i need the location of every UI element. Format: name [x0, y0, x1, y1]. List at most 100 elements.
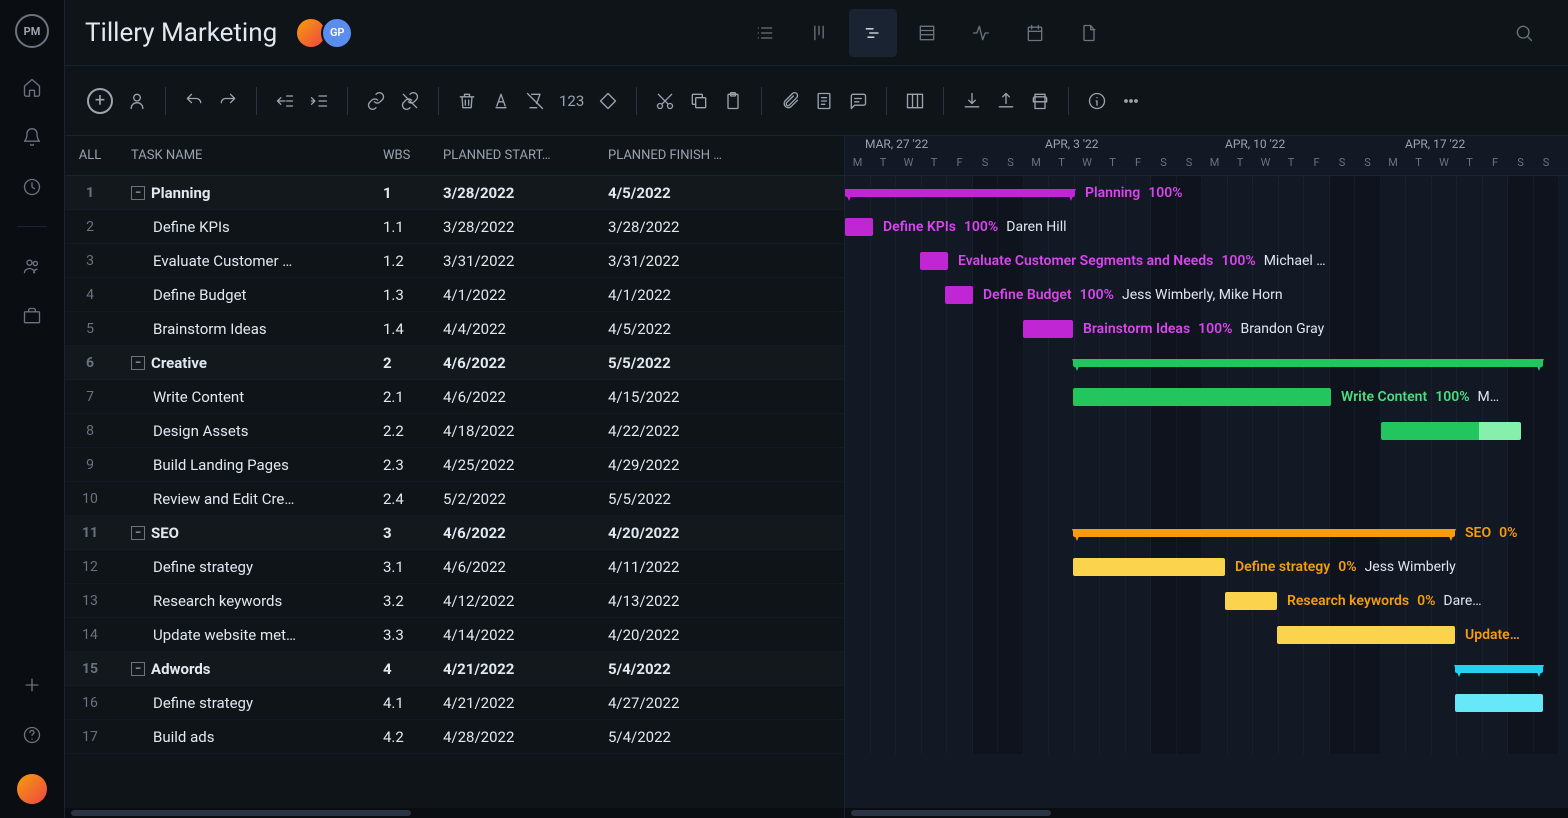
assign-icon[interactable]: [127, 91, 147, 111]
comment-icon[interactable]: [848, 91, 868, 111]
indent-icon[interactable]: [309, 91, 329, 111]
gantt-bar-label: Planning100%: [1085, 185, 1183, 201]
gantt-scrollbar[interactable]: [845, 808, 1568, 818]
table-row[interactable]: 9 Build Landing Pages 2.3 4/25/2022 4/29…: [65, 448, 844, 482]
gantt-task-bar[interactable]: Research keywords0%Dare…: [1225, 592, 1277, 610]
link-icon[interactable]: [366, 91, 386, 111]
table-row[interactable]: 1 −Planning 1 3/28/2022 4/5/2022: [65, 176, 844, 210]
week-label: APR, 17 '22: [1405, 137, 1465, 151]
copy-icon[interactable]: [689, 91, 709, 111]
gantt-task-bar[interactable]: Evaluate Customer Segments and Needs100%…: [920, 252, 948, 270]
table-row[interactable]: 6 −Creative 2 4/6/2022 5/5/2022: [65, 346, 844, 380]
col-header-wbs[interactable]: WBS: [383, 148, 443, 163]
redo-icon[interactable]: [218, 91, 238, 111]
gantt-task-bar[interactable]: [1381, 422, 1521, 440]
horizontal-scrollbar[interactable]: [65, 808, 844, 818]
columns-icon[interactable]: [905, 91, 925, 111]
gantt-row: Update…: [845, 618, 1568, 652]
undo-icon[interactable]: [184, 91, 204, 111]
table-row[interactable]: 2 Define KPIs 1.1 3/28/2022 3/28/2022: [65, 210, 844, 244]
table-row[interactable]: 5 Brainstorm Ideas 1.4 4/4/2022 4/5/2022: [65, 312, 844, 346]
gantt-task-bar[interactable]: Define strategy0%Jess Wimberly: [1073, 558, 1225, 576]
toolbar: + 123: [65, 66, 1568, 136]
gantt-task-bar[interactable]: Define Budget100%Jess Wimberly, Mike Hor…: [945, 286, 973, 304]
add-task-icon[interactable]: +: [87, 88, 113, 114]
print-icon[interactable]: [1030, 91, 1050, 111]
gantt-task-bar[interactable]: Define KPIs100%Daren Hill: [845, 218, 873, 236]
attachment-icon[interactable]: [780, 91, 800, 111]
col-header-name[interactable]: TASK NAME: [123, 148, 383, 163]
collapse-icon[interactable]: −: [131, 186, 145, 200]
view-board-icon[interactable]: [795, 9, 843, 57]
import-icon[interactable]: [962, 91, 982, 111]
table-row[interactable]: 3 Evaluate Customer … 1.2 3/31/2022 3/31…: [65, 244, 844, 278]
user-avatar[interactable]: [17, 774, 47, 804]
clear-format-icon[interactable]: [525, 91, 545, 111]
view-list-icon[interactable]: [741, 9, 789, 57]
home-icon[interactable]: [21, 76, 43, 98]
gantt-row: Research keywords0%Dare…: [845, 584, 1568, 618]
view-gantt-icon[interactable]: [849, 9, 897, 57]
table-row[interactable]: 7 Write Content 2.1 4/6/2022 4/15/2022: [65, 380, 844, 414]
gantt-summary-bar[interactable]: SEO0%: [1073, 529, 1455, 537]
diamond-icon[interactable]: [598, 91, 618, 111]
collapse-icon[interactable]: −: [131, 662, 145, 676]
view-sheet-icon[interactable]: [903, 9, 951, 57]
view-file-icon[interactable]: [1065, 9, 1113, 57]
info-icon[interactable]: [1087, 91, 1107, 111]
col-header-all[interactable]: ALL: [65, 148, 115, 163]
table-row[interactable]: 14 Update website met… 3.3 4/14/2022 4/2…: [65, 618, 844, 652]
notes-icon[interactable]: [814, 91, 834, 111]
gantt-task-bar[interactable]: Write Content100%M…: [1073, 388, 1331, 406]
unlink-icon[interactable]: [400, 91, 420, 111]
gantt-summary-bar[interactable]: [1073, 359, 1543, 367]
gantt-task-bar[interactable]: [1455, 694, 1543, 712]
col-header-finish[interactable]: PLANNED FINISH …: [608, 148, 773, 163]
view-activity-icon[interactable]: [957, 9, 1005, 57]
help-icon[interactable]: [21, 724, 43, 746]
outdent-icon[interactable]: [275, 91, 295, 111]
app-logo[interactable]: PM: [15, 14, 49, 48]
table-row[interactable]: 11 −SEO 3 4/6/2022 4/20/2022: [65, 516, 844, 550]
more-icon[interactable]: [1121, 91, 1141, 111]
view-calendar-icon[interactable]: [1011, 9, 1059, 57]
collapse-icon[interactable]: −: [131, 356, 145, 370]
table-row[interactable]: 17 Build ads 4.2 4/28/2022 5/4/2022: [65, 720, 844, 754]
text-style-icon[interactable]: [491, 91, 511, 111]
export-icon[interactable]: [996, 91, 1016, 111]
gantt-task-bar[interactable]: Update…: [1277, 626, 1455, 644]
table-row[interactable]: 13 Research keywords 3.2 4/12/2022 4/13/…: [65, 584, 844, 618]
table-row[interactable]: 12 Define strategy 3.1 4/6/2022 4/11/202…: [65, 550, 844, 584]
team-icon[interactable]: [21, 255, 43, 277]
cut-icon[interactable]: [655, 91, 675, 111]
day-label: T: [871, 156, 896, 169]
briefcase-icon[interactable]: [21, 305, 43, 327]
member-avatar[interactable]: GP: [321, 17, 353, 49]
day-label: F: [1126, 156, 1151, 169]
table-row[interactable]: 4 Define Budget 1.3 4/1/2022 4/1/2022: [65, 278, 844, 312]
col-header-start[interactable]: PLANNED START…: [443, 148, 608, 163]
project-members[interactable]: GP: [295, 17, 353, 49]
paste-icon[interactable]: [723, 91, 743, 111]
number-format-icon[interactable]: 123: [559, 92, 584, 110]
gantt-row: SEO0%: [845, 516, 1568, 550]
day-label: S: [1508, 156, 1533, 169]
table-row[interactable]: 8 Design Assets 2.2 4/18/2022 4/22/2022: [65, 414, 844, 448]
notifications-icon[interactable]: [21, 126, 43, 148]
table-row[interactable]: 15 −Adwords 4 4/21/2022 5/4/2022: [65, 652, 844, 686]
gantt-summary-bar[interactable]: Planning100%: [845, 189, 1075, 197]
gantt-row: Write Content100%M…: [845, 380, 1568, 414]
search-icon[interactable]: [1500, 9, 1548, 57]
recent-icon[interactable]: [21, 176, 43, 198]
table-row[interactable]: 10 Review and Edit Cre… 2.4 5/2/2022 5/5…: [65, 482, 844, 516]
day-label: W: [1432, 156, 1457, 169]
table-row[interactable]: 16 Define strategy 4.1 4/21/2022 4/27/20…: [65, 686, 844, 720]
header: Tillery Marketing GP: [65, 0, 1568, 66]
collapse-icon[interactable]: −: [131, 526, 145, 540]
gantt-summary-bar[interactable]: [1455, 665, 1543, 673]
gantt-row: Planning100%: [845, 176, 1568, 210]
day-label: W: [1253, 156, 1278, 169]
gantt-task-bar[interactable]: Brainstorm Ideas100%Brandon Gray: [1023, 320, 1073, 338]
delete-icon[interactable]: [457, 91, 477, 111]
add-icon[interactable]: [21, 674, 43, 696]
